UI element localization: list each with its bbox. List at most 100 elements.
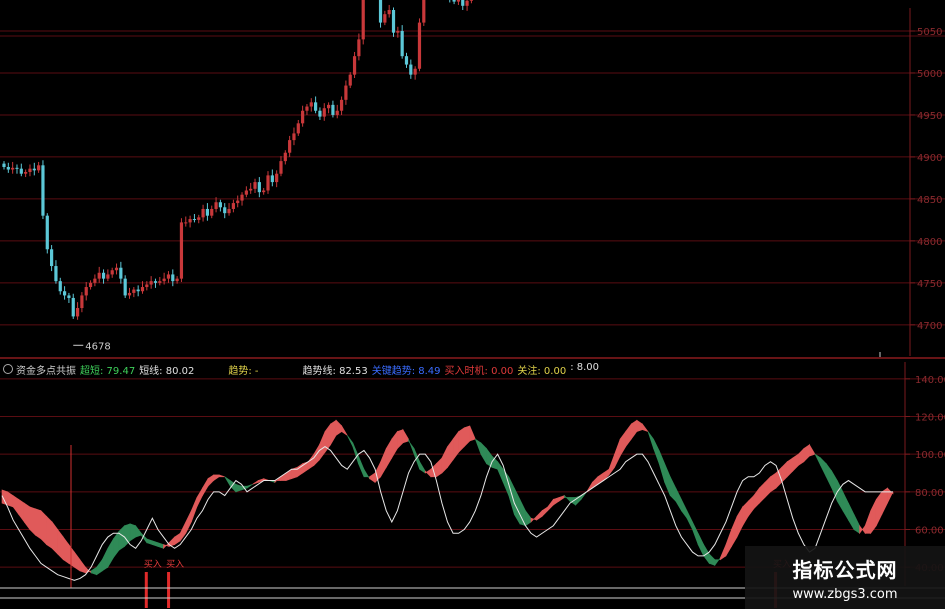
- ribbon-segment: [714, 556, 721, 567]
- legend-item: 趋势线: 82.53: [302, 365, 368, 377]
- candle-body: [106, 274, 110, 279]
- ribbon-segment: [157, 542, 164, 549]
- candle-body: [201, 208, 205, 218]
- legend-item: : 8.00: [570, 361, 600, 373]
- ribbon-segment: [436, 457, 443, 478]
- ribbon-segment: [859, 524, 866, 535]
- ribbon-segment: [747, 494, 755, 518]
- candle-body: [97, 272, 101, 279]
- ribbon-segment: [786, 457, 794, 478]
- candle-body: [50, 249, 54, 267]
- ribbon-segment: [363, 468, 370, 480]
- price-grid: [0, 30, 945, 326]
- candle-body: [227, 208, 231, 214]
- ribbon-segment: [474, 438, 482, 455]
- indicator-tick-label: 140.00: [915, 375, 945, 386]
- ribbon-segment: [798, 447, 805, 467]
- candle-body: [223, 207, 227, 214]
- ribbon-segment: [653, 438, 660, 464]
- ribbon-segment: [74, 551, 81, 572]
- candle-body: [292, 133, 296, 141]
- ribbon-segment: [658, 450, 665, 483]
- ribbon-segment: [541, 506, 549, 518]
- ribbon-segment: [146, 538, 153, 545]
- ribbon-segment: [152, 540, 159, 547]
- ribbon-segment: [536, 509, 543, 521]
- candle-body: [279, 161, 283, 174]
- ribbon-segment: [614, 438, 621, 468]
- ribbon-segment: [731, 516, 738, 548]
- ribbon-segment: [402, 428, 409, 444]
- candle-body: [149, 281, 153, 285]
- candle-body: [205, 208, 210, 216]
- ribbon-segment: [452, 430, 459, 461]
- candle-body: [110, 270, 114, 275]
- candle-body: [119, 267, 123, 279]
- candle-body: [322, 108, 326, 117]
- ribbon-segment: [558, 495, 565, 502]
- candle-body: [461, 0, 465, 6]
- ribbon-segment: [335, 419, 342, 436]
- ribbon-segment: [753, 487, 760, 510]
- candle-body: [270, 175, 274, 183]
- candle-body: [75, 308, 80, 317]
- ribbon-segment: [35, 508, 42, 540]
- candle-body: [93, 278, 97, 283]
- ribbon-segment: [458, 427, 465, 454]
- candle-body: [352, 56, 357, 75]
- ribbon-segment: [553, 497, 560, 506]
- candle-body: [184, 222, 188, 224]
- candle-body: [67, 295, 71, 298]
- candle-body: [28, 168, 32, 173]
- ribbon-segment: [369, 472, 376, 483]
- candle-body: [417, 22, 422, 69]
- indicator-tick-label: 120.00: [915, 413, 945, 424]
- ribbon-segment: [385, 438, 393, 469]
- candle-body: [37, 165, 41, 171]
- ribbon-segment: [508, 476, 515, 515]
- candle-body: [326, 104, 331, 109]
- ribbon-segment: [519, 499, 526, 527]
- ribbon-segment: [608, 454, 615, 476]
- candle-body: [422, 0, 426, 23]
- legend-circle-icon[interactable]: [3, 364, 13, 374]
- price-tick-label: 4700: [917, 321, 942, 332]
- candle-body: [331, 104, 335, 115]
- legend-items: 超短: 79.47 短线: 80.02 趋势: - 趋势线: 82.53 关键趋势: 8…: [80, 362, 603, 377]
- ribbon-segment: [720, 544, 727, 561]
- ribbon-segment: [397, 429, 404, 450]
- ribbon-segment: [887, 487, 894, 504]
- ribbon-segment: [636, 419, 643, 432]
- ribbon-segment: [96, 558, 103, 576]
- candle-body: [314, 102, 318, 111]
- ribbon-segment: [803, 444, 810, 463]
- candle-body: [387, 10, 391, 15]
- ribbon-segment: [202, 477, 209, 497]
- ribbon-segment: [647, 431, 654, 449]
- candle-body: [240, 194, 244, 201]
- candle-body: [391, 10, 396, 33]
- ribbon-segment: [341, 424, 348, 436]
- candle-body: [357, 39, 361, 57]
- candle-body: [344, 85, 348, 100]
- price-tick-label: 4900: [917, 153, 942, 164]
- ribbon-segment: [781, 460, 788, 484]
- ribbon-segment: [46, 515, 53, 549]
- ribbon-segment: [681, 499, 688, 520]
- price-tick-label: 5000: [917, 69, 942, 80]
- candle-body: [175, 278, 179, 282]
- ribbon-segment: [207, 474, 214, 487]
- candle-body: [318, 110, 322, 117]
- ribbon-segment: [7, 491, 14, 508]
- legend-item: 超短: 79.47: [80, 365, 136, 377]
- low-price-marker: 4678: [73, 341, 881, 357]
- ribbon-segment: [447, 438, 454, 469]
- ribbon-segment: [224, 476, 231, 488]
- candle-body: [378, 0, 383, 23]
- candle-body: [465, 0, 469, 6]
- indicator-tick-label: 100.00: [915, 450, 945, 461]
- ribbon-segment: [68, 543, 75, 568]
- ribbon-segment: [708, 553, 716, 566]
- ribbon-segment: [630, 419, 638, 441]
- candle-body: [188, 219, 192, 223]
